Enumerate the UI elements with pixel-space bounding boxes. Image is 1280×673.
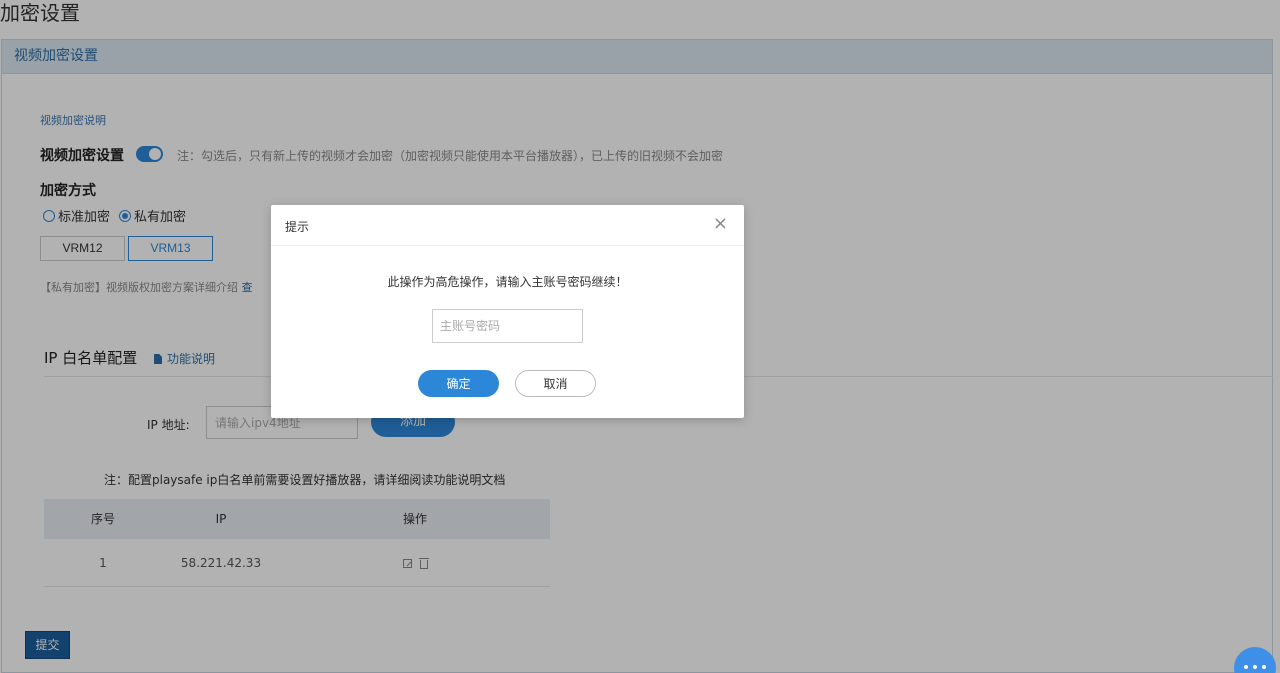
modal-header: 提示 × xyxy=(271,205,744,246)
dot-icon xyxy=(1253,665,1257,669)
confirm-button[interactable]: 确定 xyxy=(418,370,499,397)
modal-message: 此操作为高危操作，请输入主账号密码继续！ xyxy=(387,275,628,289)
dot-icon xyxy=(1262,665,1266,669)
modal-title: 提示 xyxy=(285,220,310,234)
cancel-button[interactable]: 取消 xyxy=(515,370,596,397)
dot-icon xyxy=(1244,665,1248,669)
close-icon[interactable]: × xyxy=(713,215,728,233)
confirm-modal: 提示 × 此操作为高危操作，请输入主账号密码继续！ 确定 取消 xyxy=(271,205,744,418)
password-input[interactable] xyxy=(432,309,583,343)
